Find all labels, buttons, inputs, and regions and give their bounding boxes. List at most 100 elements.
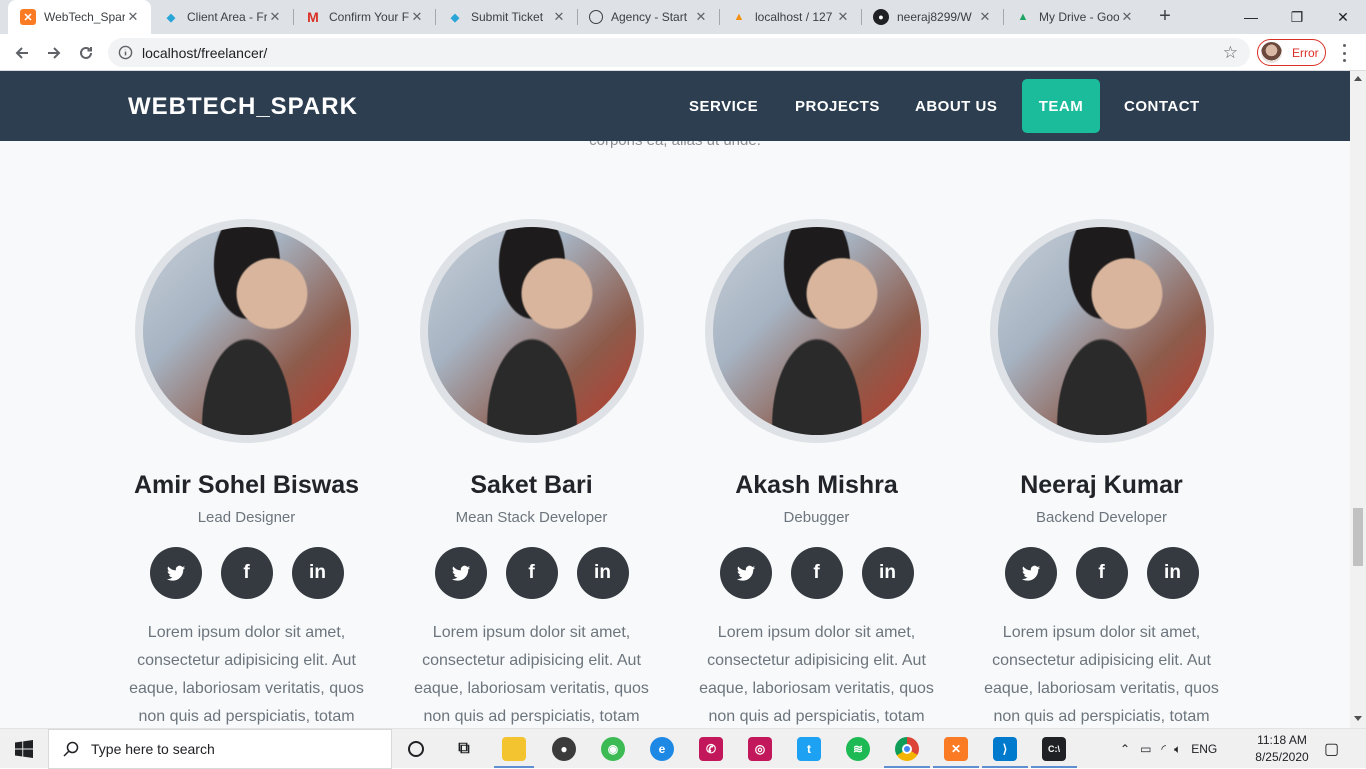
nav-service[interactable]: SERVICE [673,79,774,133]
volume-icon[interactable]: 🔈︎ [1174,742,1181,757]
star-icon[interactable]: ☆ [1223,43,1238,63]
file-explorer-icon[interactable] [502,737,526,761]
notification-center-icon[interactable]: ▢ [1324,729,1339,769]
close-icon[interactable]: ✕ [835,9,851,25]
taskbar-clock[interactable]: 11:18 AM 8/25/2020 [1250,732,1314,766]
tab-title: Client Area - Fr [187,10,267,24]
facebook-icon: f [1098,562,1105,583]
page-viewport: corporis ea, alias ut unde. WEBTECH_SPAR… [0,71,1350,728]
twitter-icon [451,565,470,581]
tab-localhost-phpmyadmin[interactable]: ▲ localhost / 127 ✕ [719,0,861,34]
scroll-up-arrow-icon[interactable] [1354,76,1362,81]
media-player-icon[interactable]: ● [552,737,576,761]
nav-about-us[interactable]: ABOUT US [899,79,1013,133]
facebook-icon: f [813,562,820,583]
profile-button[interactable]: Error [1257,39,1326,66]
facebook-button[interactable]: f [1075,547,1128,599]
facebook-button[interactable]: f [505,547,558,599]
linkedin-button[interactable]: in [1146,547,1199,599]
terminal-icon[interactable]: C:\ [1042,737,1066,761]
tab-github[interactable]: ● neeraj8299/W ✕ [861,0,1003,34]
close-icon[interactable]: ✕ [267,9,283,25]
restore-button[interactable]: ❐ [1274,0,1320,34]
tab-title: Agency - Start [611,10,688,24]
new-tab-button[interactable]: + [1153,5,1177,29]
linkedin-icon: in [1164,562,1181,583]
twitter-button[interactable] [719,547,772,599]
tab-submit-ticket[interactable]: ◆ Submit Ticket ✕ [435,0,577,34]
reload-icon [80,46,92,59]
chrome-icon[interactable] [895,737,919,761]
browser-tab-strip: ✕ WebTech_Spar ✕ ◆ Client Area - Fr ✕ M … [0,0,1366,34]
forward-button[interactable] [40,39,68,67]
close-icon[interactable]: ✕ [551,9,567,25]
close-window-button[interactable]: ✕ [1320,0,1366,34]
member-role: Debugger [783,509,850,526]
tab-title: neeraj8299/W [897,10,972,24]
site-navbar: WEBTECH_SPARK SERVICE PROJECTS ABOUT US … [0,71,1350,141]
url-text[interactable]: localhost/freelancer/ [142,45,267,61]
chevron-up-icon[interactable]: ⌃ [1120,742,1130,756]
linkedin-button[interactable]: in [576,547,629,599]
linkedin-button[interactable]: in [861,547,914,599]
twitter-button[interactable] [434,547,487,599]
close-icon[interactable]: ✕ [693,9,709,25]
linkedin-button[interactable]: in [291,547,344,599]
info-icon[interactable] [118,45,133,60]
close-icon[interactable]: ✕ [125,9,141,25]
spotify-icon[interactable]: ≋ [846,737,870,761]
globe-icon [589,10,603,24]
nav-team[interactable]: TEAM [1022,79,1100,133]
gmail-icon: M [307,9,319,25]
kebab-menu-icon[interactable] [1337,44,1351,62]
close-icon[interactable]: ✕ [1119,9,1135,25]
address-bar[interactable]: localhost/freelancer/ ☆ [108,38,1250,67]
taskbar-search[interactable]: Type here to search [48,729,392,769]
arrow-left-icon [15,47,28,59]
social-links: f in [674,547,959,599]
windows-taskbar: Type here to search ⧉ ● ◉ e ✆ ◎ t ≋ ✕ ⟩ … [0,728,1366,769]
instagram-icon[interactable]: ◎ [748,737,772,761]
maps-icon[interactable]: ◉ [601,737,625,761]
wifi-icon[interactable]: ◜ [1161,742,1166,756]
drive-icon: ▲ [1017,11,1029,23]
cortana-icon[interactable] [404,737,428,761]
whatsapp-icon[interactable]: ✆ [699,737,723,761]
profile-status: Error [1292,45,1319,60]
task-view-icon[interactable]: ⧉ [452,737,476,761]
edge-icon[interactable]: e [650,737,674,761]
tab-agency-start[interactable]: Agency - Start ✕ [577,0,719,34]
facebook-button[interactable]: f [220,547,273,599]
nav-projects[interactable]: PROJECTS [779,79,896,133]
start-button[interactable] [0,729,48,769]
twitter-button[interactable] [1004,547,1057,599]
twitter-app-icon[interactable]: t [797,737,821,761]
close-icon[interactable]: ✕ [977,9,993,25]
twitter-icon [736,565,755,581]
member-photo [704,219,929,443]
nav-contact[interactable]: CONTACT [1108,79,1216,133]
reload-button[interactable] [72,39,100,67]
scrollbar-thumb[interactable] [1353,508,1363,566]
tab-client-area[interactable]: ◆ Client Area - Fr ✕ [151,0,293,34]
tab-webtech-spark[interactable]: ✕ WebTech_Spar ✕ [8,0,151,34]
vscode-icon[interactable]: ⟩ [993,737,1017,761]
tab-my-drive[interactable]: ▲ My Drive - Goo ✕ [1003,0,1145,34]
team-member-card: Akash Mishra Debugger f in Lorem ipsum d… [674,219,959,728]
minimize-button[interactable]: — [1228,0,1274,34]
battery-icon[interactable]: ▭ [1140,742,1151,756]
site-brand[interactable]: WEBTECH_SPARK [128,93,358,121]
member-role: Backend Developer [1036,509,1167,526]
tab-title: My Drive - Goo [1039,10,1119,24]
tab-confirm-your[interactable]: M Confirm Your F ✕ [293,0,435,34]
facebook-button[interactable]: f [790,547,843,599]
language-indicator[interactable]: ENG [1191,742,1217,756]
twitter-button[interactable] [149,547,202,599]
xampp-app-icon[interactable]: ✕ [944,737,968,761]
back-button[interactable] [8,39,36,67]
social-links: f in [959,547,1244,599]
member-bio: Lorem ipsum dolor sit amet, consectetur … [984,624,1219,725]
scroll-down-arrow-icon[interactable] [1354,716,1362,721]
page-scrollbar[interactable] [1350,71,1366,728]
close-icon[interactable]: ✕ [409,9,425,25]
